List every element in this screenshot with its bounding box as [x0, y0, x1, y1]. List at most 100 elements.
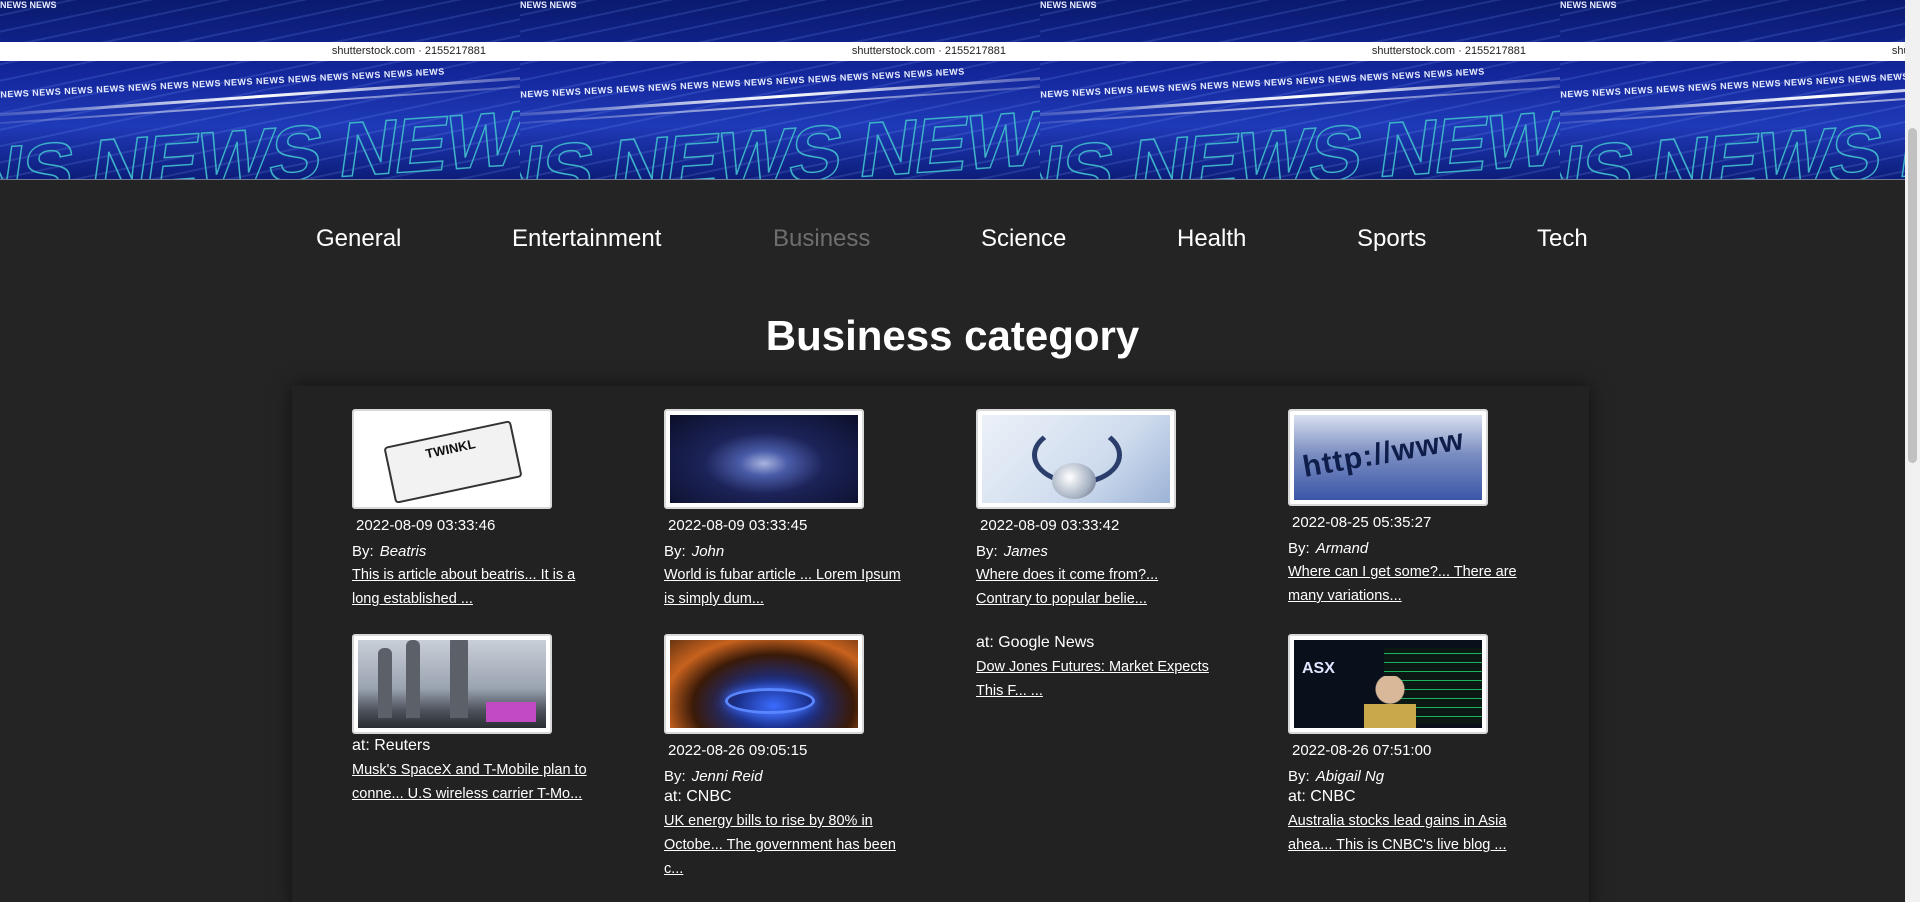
page-title: Business category — [765, 312, 1140, 359]
article-link[interactable]: Australia stocks lead gains in Asia ahea… — [1288, 809, 1528, 857]
nav-item-entertainment[interactable]: Entertainment — [512, 225, 661, 253]
banner-tile: NEWS NEWS shutterstock.com · 2155217881 … — [520, 0, 1040, 180]
article-author: Armand — [1315, 540, 1369, 557]
banner-watermark: shutterstock.com · 2155217881 — [0, 42, 520, 61]
banner-top-text: NEWS NEWS — [520, 0, 577, 10]
article-thumbnail[interactable] — [352, 634, 552, 734]
article-source: at: CNBC — [664, 788, 732, 805]
article-author: James — [1003, 543, 1048, 560]
article-source: at: Google News — [976, 634, 1095, 651]
article-byline: By: Jenni Reid — [664, 768, 904, 785]
banner-watermark: shutterstock.com · 2155217881 — [1040, 42, 1560, 61]
article-card: http://www 2022-08-25 05:35:27 By: Armand… — [1288, 409, 1528, 608]
article-link[interactable]: Where can I get some?... There are many … — [1288, 560, 1528, 608]
rocket-shape — [406, 640, 420, 718]
article-thumbnail[interactable] — [976, 409, 1176, 509]
article-byline: By: John — [664, 543, 904, 560]
category-nav: General Entertainment Business Science H… — [0, 225, 1905, 259]
article-date: 2022-08-09 03:33:45 — [668, 517, 808, 534]
asx-logo: ASX — [1302, 660, 1335, 677]
asx-trader-image: ASX — [1294, 640, 1482, 728]
stethoscope-chestpiece — [1052, 463, 1096, 499]
article-link[interactable]: Dow Jones Futures: Market Expects This F… — [976, 655, 1216, 703]
article-card: TWINKL 2022-08-09 03:33:46 By: Beatris Th… — [352, 409, 592, 611]
scrollbar-thumb[interactable] — [1908, 128, 1917, 463]
page-scrollbar[interactable] — [1905, 0, 1920, 902]
nav-item-tech[interactable]: Tech — [1537, 225, 1588, 253]
article-link[interactable]: World is fubar article ... Lorem Ipsum i… — [664, 563, 904, 611]
banner-top-text: NEWS NEWS — [1040, 0, 1097, 10]
banner-big-text: NS NEWS NEWS — [1040, 90, 1560, 180]
banner-tile: NEWS NEWS shutterstock.com · 2155217881 … — [1560, 0, 1905, 179]
article-date: 2022-08-26 09:05:15 — [668, 742, 808, 759]
article-source: at: Reuters — [352, 737, 431, 754]
banner-watermark: shutterstock.com · 2155217881 — [1560, 42, 1905, 61]
http-text: http://www — [1300, 423, 1467, 484]
newspaper-masthead: TWINKL — [424, 436, 477, 462]
article-date: 2022-08-25 05:35:27 — [1292, 514, 1432, 531]
article-card: 2022-08-09 03:33:45 By: John World is fub… — [664, 409, 904, 611]
article-card: 2022-08-09 03:33:42 By: James Where does … — [976, 409, 1216, 611]
banner-small-text: NEWS NEWS NEWS NEWS NEWS NEWS NEWS NEWS … — [0, 66, 445, 100]
trader-figure — [1364, 676, 1416, 728]
article-link[interactable]: Where does it come from?... Contrary to … — [976, 563, 1216, 611]
article-card: at: Google News Dow Jones Futures: Marke… — [976, 634, 1216, 703]
banner-tile: NEWS NEWS shutterstock.com · 2155217881 … — [0, 0, 520, 180]
nav-item-business[interactable]: Business — [773, 225, 870, 253]
byline-label: By: — [352, 543, 374, 560]
article-byline: By: Abigail Ng — [1288, 768, 1528, 785]
newspaper-sheet: TWINKL — [383, 420, 523, 503]
article-thumbnail[interactable]: http://www — [1288, 409, 1488, 506]
byline-label: By: — [664, 543, 686, 560]
event-stage — [486, 702, 536, 722]
article-date: 2022-08-09 03:33:42 — [980, 517, 1120, 534]
article-thumbnail[interactable] — [664, 634, 864, 734]
rocket-shape — [450, 640, 468, 718]
article-author: Abigail Ng — [1315, 768, 1385, 785]
article-byline: By: Armand — [1288, 540, 1528, 557]
article-author: Beatris — [379, 543, 427, 560]
article-author: John — [691, 543, 725, 560]
article-date: 2022-08-09 03:33:46 — [356, 517, 496, 534]
article-byline: By: Beatris — [352, 543, 592, 560]
night-sky-image — [670, 415, 858, 503]
article-source: at: CNBC — [1288, 788, 1356, 805]
banner-big-text: NS NEWS NEWS — [520, 90, 1040, 180]
banner-watermark: shutterstock.com · 2155217881 — [520, 42, 1040, 61]
nav-item-health[interactable]: Health — [1177, 225, 1246, 253]
article-card: at: Reuters Musk's SpaceX and T-Mobile p… — [352, 634, 592, 806]
article-author: Jenni Reid — [691, 768, 763, 785]
byline-label: By: — [1288, 540, 1310, 557]
newspaper-image: TWINKL — [358, 415, 546, 503]
nav-item-general[interactable]: General — [316, 225, 401, 253]
article-thumbnail[interactable] — [664, 409, 864, 509]
banner-small-text: NEWS NEWS NEWS NEWS NEWS NEWS NEWS NEWS … — [520, 66, 965, 100]
article-card: ASX 2022-08-26 07:51:00 By: Abigail Ng at… — [1288, 634, 1528, 857]
banner-top-text: NEWS NEWS — [1560, 0, 1617, 10]
stethoscope-image — [982, 415, 1170, 503]
http-image: http://www — [1294, 415, 1482, 500]
gas-flame — [725, 688, 815, 714]
gas-stove-image — [670, 640, 858, 728]
rocket-shape — [378, 648, 392, 718]
article-thumbnail[interactable]: TWINKL — [352, 409, 552, 509]
article-card: 2022-08-26 09:05:15 By: Jenni Reid at: CN… — [664, 634, 904, 881]
banner-tile: NEWS NEWS shutterstock.com · 2155217881 … — [1040, 0, 1560, 180]
article-link[interactable]: This is article about beatris... It is a… — [352, 563, 592, 611]
news-banner: NEWS NEWS shutterstock.com · 2155217881 … — [0, 0, 1905, 180]
nav-item-science[interactable]: Science — [981, 225, 1066, 253]
article-date: 2022-08-26 07:51:00 — [1292, 742, 1432, 759]
byline-label: By: — [1288, 768, 1310, 785]
article-byline: By: James — [976, 543, 1216, 560]
nav-item-sports[interactable]: Sports — [1357, 225, 1426, 253]
banner-big-text: NS NEWS NEWS — [0, 90, 520, 180]
banner-top-text: NEWS NEWS — [0, 0, 57, 10]
banner-small-text: NEWS NEWS NEWS NEWS NEWS NEWS NEWS NEWS … — [1040, 66, 1485, 100]
byline-label: By: — [976, 543, 998, 560]
article-thumbnail[interactable]: ASX — [1288, 634, 1488, 734]
articles-panel: TWINKL 2022-08-09 03:33:46 By: Beatris Th… — [292, 386, 1589, 902]
byline-label: By: — [664, 768, 686, 785]
article-link[interactable]: Musk's SpaceX and T-Mobile plan to conne… — [352, 758, 592, 806]
rockets-image — [358, 640, 546, 728]
article-link[interactable]: UK energy bills to rise by 80% in Octobe… — [664, 809, 904, 881]
